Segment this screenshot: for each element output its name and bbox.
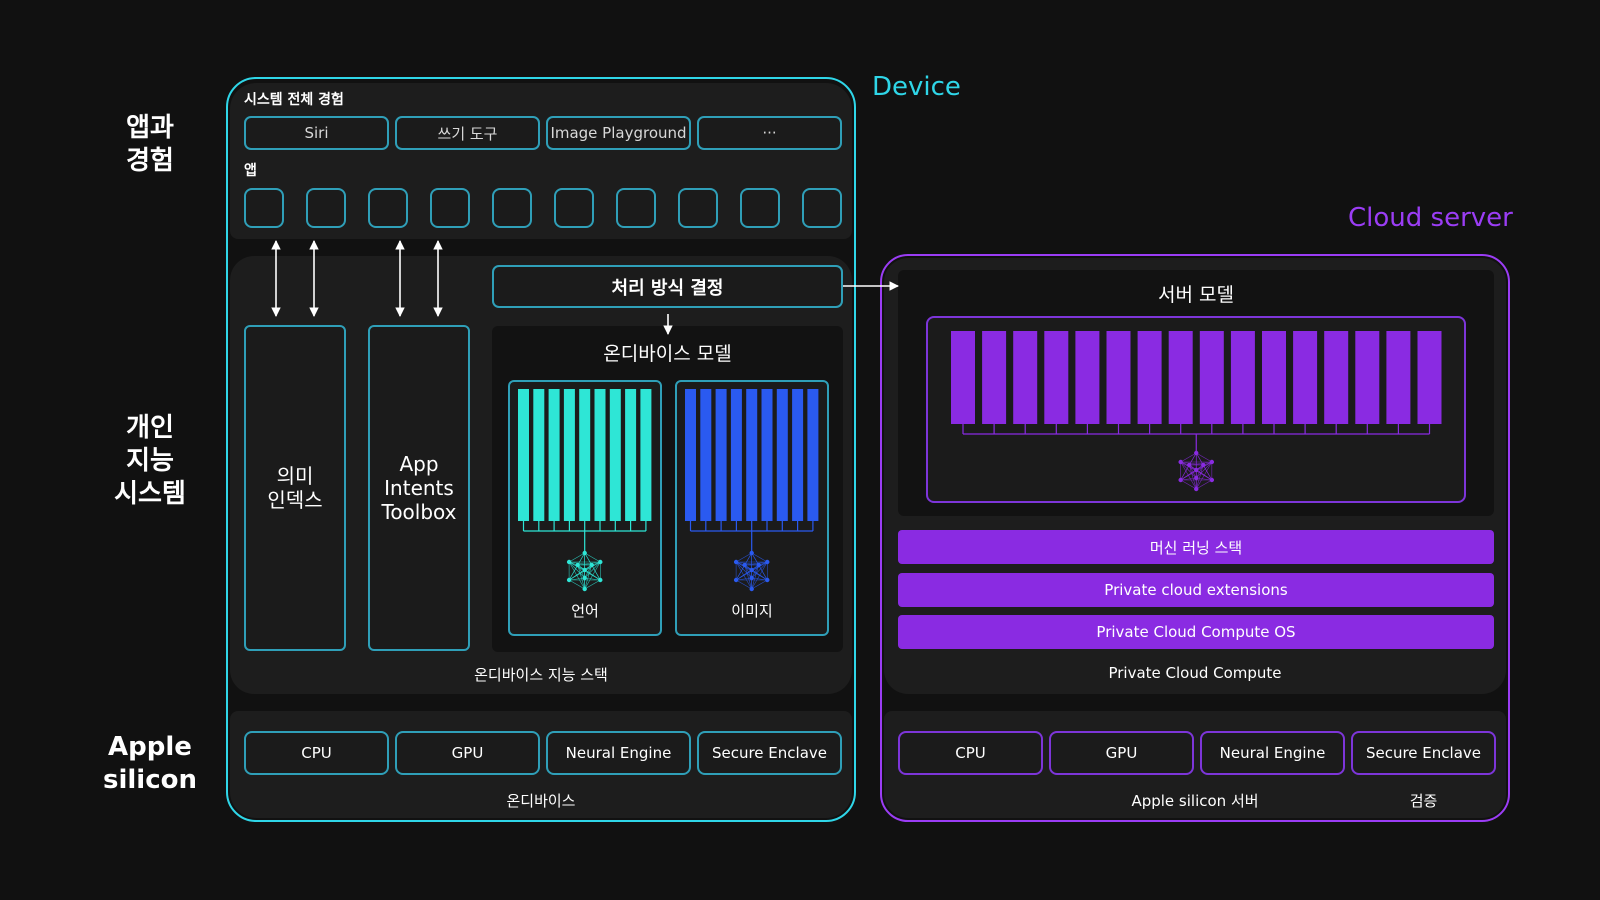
cloud-neural-engine-chip: Neural Engine <box>1200 731 1345 775</box>
language-model-card <box>508 380 662 636</box>
image-model-card <box>675 380 829 636</box>
cloud-gpu-chip: GPU <box>1049 731 1194 775</box>
verify-caption: 검증 <box>1409 792 1438 810</box>
orchestration-box: 처리 방식 결정 <box>492 265 843 308</box>
row-label-line: 경험 <box>126 146 174 176</box>
cloud-silicon-caption: Apple silicon 서버 <box>1131 792 1259 810</box>
row-label-line: Apple <box>108 732 192 762</box>
app-intents-line: Intents <box>384 476 454 500</box>
systemwide-heading: 시스템 전체 경험 <box>244 92 344 108</box>
image-playground-pill: Image Playground <box>546 116 691 150</box>
app-icon <box>678 188 718 228</box>
row-label-line: 개인 <box>126 413 174 443</box>
more-pill: ··· <box>697 116 842 150</box>
semantic-index-box: 의미 인덱스 <box>244 325 346 651</box>
writing-tools-pill: 쓰기 도구 <box>395 116 540 150</box>
row-label-line: 지능 <box>126 446 174 476</box>
device-neural-engine-chip: Neural Engine <box>546 731 691 775</box>
app-icon <box>244 188 284 228</box>
ml-stack-bar: 머신 러닝 스택 <box>898 530 1494 564</box>
semantic-index-line: 인덱스 <box>267 488 323 512</box>
app-icon <box>554 188 594 228</box>
pcc-os-bar: Private Cloud Compute OS <box>898 615 1494 649</box>
siri-pill: Siri <box>244 116 389 150</box>
app-icon <box>740 188 780 228</box>
private-cloud-extensions-bar: Private cloud extensions <box>898 573 1494 607</box>
app-intents-line: Toolbox <box>381 500 457 524</box>
server-model-card <box>926 316 1466 503</box>
device-gpu-chip: GPU <box>395 731 540 775</box>
image-model-label: 이미지 <box>731 602 773 620</box>
ondevice-stack-caption: 온디바이스 지능 스택 <box>474 666 608 684</box>
ondevice-models-title: 온디바이스 모델 <box>603 343 732 365</box>
app-icon <box>368 188 408 228</box>
pcc-caption: Private Cloud Compute <box>1108 664 1282 682</box>
row-label-line: 시스템 <box>114 479 186 509</box>
app-icon <box>492 188 532 228</box>
semantic-index-line: 의미 <box>276 464 314 488</box>
cloud-secure-enclave-chip: Secure Enclave <box>1351 731 1496 775</box>
app-icon <box>306 188 346 228</box>
app-intents-line: App <box>399 452 439 476</box>
app-icon <box>802 188 842 228</box>
app-intents-toolbox-box: App Intents Toolbox <box>368 325 470 651</box>
device-title: Device <box>872 72 961 102</box>
device-secure-enclave-chip: Secure Enclave <box>697 731 842 775</box>
apps-heading: 앱 <box>244 163 257 179</box>
app-icon <box>616 188 656 228</box>
app-icon <box>430 188 470 228</box>
row-label-app-experience: 앱과 경험 <box>95 112 205 178</box>
language-model-label: 언어 <box>571 602 599 620</box>
row-label-line: 앱과 <box>126 113 174 143</box>
device-silicon-caption: 온디바이스 <box>506 792 576 810</box>
row-label-line: silicon <box>103 765 197 795</box>
row-label-personal-intelligence: 개인 지능 시스템 <box>95 412 205 511</box>
server-model-title: 서버 모델 <box>1158 284 1234 306</box>
device-cpu-chip: CPU <box>244 731 389 775</box>
cloud-cpu-chip: CPU <box>898 731 1043 775</box>
row-label-apple-silicon: Apple silicon <box>95 731 205 797</box>
cloud-server-title: Cloud server <box>1348 203 1513 233</box>
